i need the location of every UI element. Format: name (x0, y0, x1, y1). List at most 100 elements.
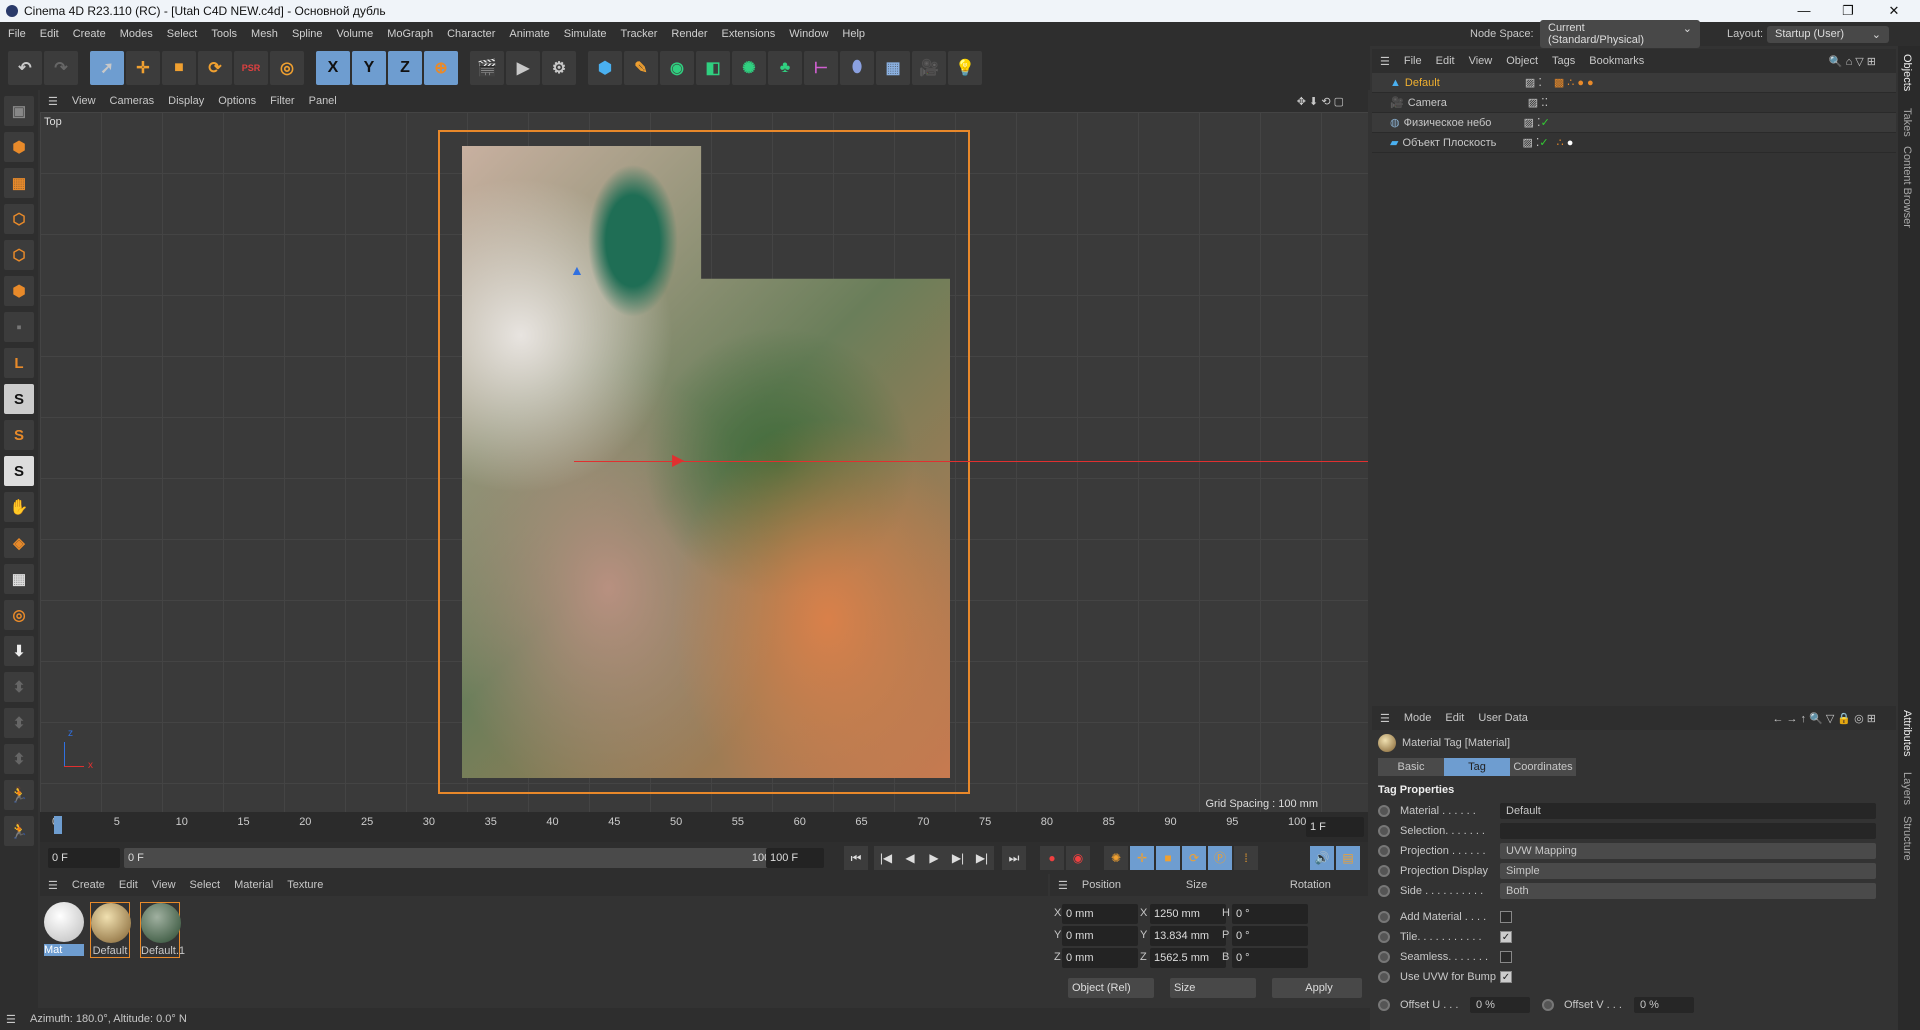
menu-character[interactable]: Character (447, 28, 495, 40)
object-row-sky[interactable]: ◍ Физическое небо ▨ ⁚✓ (1372, 113, 1896, 133)
uv-mode-icon[interactable]: ▪ (4, 312, 34, 342)
x-axis-lock-button[interactable]: X (316, 51, 350, 85)
play-icon[interactable]: ▶ (922, 846, 946, 870)
animate-radio[interactable] (1378, 911, 1390, 923)
locked-tool-icon[interactable]: ⬍ (4, 672, 34, 702)
coord-mode-select[interactable]: Object (Rel) (1068, 978, 1154, 998)
workplane-lock-icon[interactable]: ◎ (4, 600, 34, 630)
key-rotation-icon[interactable]: ⟳ (1182, 846, 1206, 870)
size-field[interactable]: 13.834 mm (1150, 926, 1226, 946)
viewport-menu-options[interactable]: Options (218, 95, 256, 107)
side-tab-objects[interactable]: Objects (1901, 54, 1913, 91)
axis-mode-icon[interactable]: L (4, 348, 34, 378)
move-tool-icon[interactable]: ✛ (126, 51, 160, 85)
viewport[interactable]: Top ▶ ▲ z x Grid Spacing : 100 mm (40, 112, 1368, 812)
obj-menu-object[interactable]: Object (1506, 55, 1538, 67)
x-axis-handle[interactable] (574, 461, 1368, 462)
viewport-menu-filter[interactable]: Filter (270, 95, 294, 107)
tab-coordinates[interactable]: Coordinates (1510, 758, 1576, 776)
menu-window[interactable]: Window (789, 28, 828, 40)
camera-icon[interactable]: 🎥 (912, 51, 946, 85)
workplane-icon[interactable]: ◈ (4, 528, 34, 558)
projection-select[interactable]: UVW Mapping (1500, 843, 1876, 859)
material-tag-icons[interactable]: ▩ ∴ ● ● (1554, 76, 1594, 89)
sound-icon[interactable]: 🔊 (1310, 846, 1334, 870)
menu-select[interactable]: Select (167, 28, 198, 40)
attr-menu-user-data[interactable]: User Data (1478, 712, 1528, 724)
close-button[interactable]: ✕ (1872, 0, 1916, 22)
points-mode-icon[interactable]: ⬡ (4, 204, 34, 234)
pen-spline-icon[interactable]: ✎ (624, 51, 658, 85)
menu-render[interactable]: Render (671, 28, 707, 40)
prev-key-icon[interactable]: |◀ (874, 846, 898, 870)
side-tab-takes[interactable]: Takes (1901, 108, 1913, 137)
rotation-field[interactable]: 0 ° (1232, 926, 1308, 946)
position-field[interactable]: 0 mm (1062, 904, 1138, 924)
side-tab-structure[interactable]: Structure (1901, 816, 1913, 861)
layout-select[interactable]: Startup (User) ⌄ (1767, 25, 1889, 43)
side-tab-layers[interactable]: Layers (1901, 772, 1913, 805)
visibility-icons[interactable]: ▨ ⁚✓ (1522, 136, 1548, 149)
animate-radio[interactable] (1378, 865, 1390, 877)
obj-menu-edit[interactable]: Edit (1436, 55, 1455, 67)
hamburger-icon[interactable]: ☰ (6, 1013, 16, 1026)
menu-volume[interactable]: Volume (337, 28, 374, 40)
menu-tools[interactable]: Tools (211, 28, 237, 40)
tab-tag[interactable]: Tag (1444, 758, 1510, 776)
animate-radio[interactable] (1378, 805, 1390, 817)
use-uvw-bump-checkbox[interactable]: ✓ (1500, 971, 1512, 983)
hamburger-icon[interactable]: ☰ (48, 95, 58, 108)
mat-menu-select[interactable]: Select (190, 879, 221, 891)
floor-icon[interactable]: ▦ (876, 51, 910, 85)
coordinate-system-icon[interactable]: ⊕ (424, 51, 458, 85)
size-field[interactable]: 1562.5 mm (1150, 948, 1226, 968)
maximize-button[interactable]: ❐ (1826, 0, 1870, 22)
minimize-button[interactable]: — (1782, 0, 1826, 22)
grid-icon[interactable]: ▦ (4, 564, 34, 594)
size-field[interactable]: 1250 mm (1150, 904, 1226, 924)
subdivision-icon[interactable]: ◉ (660, 51, 694, 85)
animate-radio[interactable] (1378, 951, 1390, 963)
deformer-icon[interactable]: ⊢ (804, 51, 838, 85)
object-row-default[interactable]: ▲ Default ▨ ⁚ ▩ ∴ ● ● (1372, 73, 1896, 93)
material-swatch[interactable]: Mat (44, 902, 84, 956)
fracture-icon[interactable]: ♣ (768, 51, 802, 85)
disabled-tool-icon[interactable]: ⬍ (4, 708, 34, 738)
rotation-field[interactable]: 0 ° (1232, 904, 1308, 924)
end-frame-field[interactable]: 100 F (766, 848, 824, 868)
x-arrow-icon[interactable]: ▶ (672, 450, 684, 470)
y-axis-lock-button[interactable]: Y (352, 51, 386, 85)
render-settings-icon[interactable]: ⚙ (542, 51, 576, 85)
animate-radio[interactable] (1378, 999, 1390, 1011)
playhead[interactable] (54, 816, 62, 834)
animate-radio[interactable] (1378, 825, 1390, 837)
key-scale-icon[interactable]: ■ (1156, 846, 1180, 870)
hamburger-icon[interactable]: ☰ (1380, 712, 1390, 725)
goto-end-icon[interactable]: ⏭ (1002, 846, 1026, 870)
attr-menu-edit[interactable]: Edit (1445, 712, 1464, 724)
last-tool-icon[interactable]: ◎ (270, 51, 304, 85)
field-icon[interactable]: ⬮ (840, 51, 874, 85)
current-frame-field[interactable]: 1 F (1306, 817, 1364, 837)
timeline-window-icon[interactable]: ▤ (1336, 846, 1360, 870)
offset-u-field[interactable]: 0 % (1470, 997, 1530, 1013)
menu-extensions[interactable]: Extensions (721, 28, 775, 40)
apply-button[interactable]: Apply (1272, 978, 1362, 998)
viewport-menu-panel[interactable]: Panel (309, 95, 337, 107)
side-tab-attributes[interactable]: Attributes (1901, 710, 1913, 756)
visibility-icons[interactable]: ▨ ⁚✓ (1524, 116, 1550, 129)
model-mode-icon[interactable]: ⬢ (4, 132, 34, 162)
object-row-plane[interactable]: ▰ Объект Плоскость ▨ ⁚✓ ∴ ● (1372, 133, 1896, 153)
viewport-menu-view[interactable]: View (72, 95, 96, 107)
quantize-icon[interactable]: S (4, 456, 34, 486)
mat-menu-create[interactable]: Create (72, 879, 105, 891)
light-icon[interactable]: 💡 (948, 51, 982, 85)
obj-menu-file[interactable]: File (1404, 55, 1422, 67)
mat-menu-view[interactable]: View (152, 879, 176, 891)
menu-edit[interactable]: Edit (40, 28, 59, 40)
obj-menu-tags[interactable]: Tags (1552, 55, 1575, 67)
polygons-mode-icon[interactable]: ⬢ (4, 276, 34, 306)
menu-mesh[interactable]: Mesh (251, 28, 278, 40)
material-tag-icons[interactable]: ∴ ● (1557, 136, 1574, 149)
key-position-icon[interactable]: ✛ (1130, 846, 1154, 870)
